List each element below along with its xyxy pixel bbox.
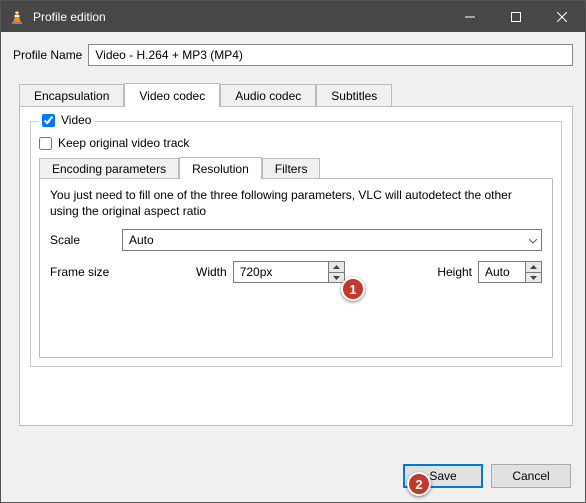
frame-size-label: Frame size — [50, 265, 196, 279]
tab-audio-codec[interactable]: Audio codec — [220, 84, 316, 106]
tab-encapsulation[interactable]: Encapsulation — [19, 84, 124, 106]
height-spinner[interactable] — [478, 261, 542, 283]
tab-video-codec[interactable]: Video codec — [124, 83, 220, 107]
width-spinner[interactable] — [233, 261, 345, 283]
close-button[interactable] — [539, 1, 585, 32]
keep-original-checkbox[interactable] — [39, 137, 52, 150]
main-tabs: Encapsulation Video codec Audio codec Su… — [19, 84, 573, 106]
width-label: Width — [196, 265, 227, 279]
tab-subtitles[interactable]: Subtitles — [316, 84, 392, 106]
subtab-filters[interactable]: Filters — [262, 158, 321, 178]
callout-badge-1: 1 — [341, 277, 365, 301]
dialog-body: Profile Name Encapsulation Video codec A… — [1, 32, 585, 502]
window-title: Profile edition — [33, 10, 106, 24]
keep-original-label: Keep original video track — [58, 136, 189, 150]
subtab-resolution[interactable]: Resolution — [179, 157, 262, 179]
profile-name-input[interactable] — [88, 44, 573, 66]
titlebar: Profile edition — [1, 1, 585, 32]
minimize-button[interactable] — [447, 1, 493, 32]
subtab-encoding-parameters[interactable]: Encoding parameters — [39, 158, 179, 178]
video-checkbox[interactable] — [42, 114, 55, 127]
resolution-panel: You just need to fill one of the three f… — [39, 178, 553, 358]
maximize-button[interactable] — [493, 1, 539, 32]
app-vlc-icon — [9, 9, 25, 25]
width-input[interactable] — [234, 262, 328, 282]
width-step-up[interactable] — [329, 262, 344, 273]
height-step-up[interactable] — [526, 262, 541, 273]
video-checkbox-label: Video — [61, 113, 91, 127]
sub-tabs: Encoding parameters Resolution Filters — [39, 158, 553, 178]
scale-select[interactable]: Auto — [122, 229, 542, 251]
scale-value: Auto — [129, 233, 154, 247]
width-step-down[interactable] — [329, 273, 344, 283]
height-label: Height — [437, 265, 472, 279]
height-step-down[interactable] — [526, 273, 541, 283]
callout-badge-2: 2 — [407, 472, 431, 496]
chevron-down-icon — [529, 233, 537, 247]
profile-name-label: Profile Name — [13, 48, 82, 62]
profile-name-row: Profile Name — [13, 44, 573, 66]
scale-label: Scale — [50, 233, 122, 247]
resolution-hint: You just need to fill one of the three f… — [50, 187, 542, 219]
video-group: Video Keep original video track Encoding… — [30, 121, 562, 367]
video-codec-panel: Video Keep original video track Encoding… — [19, 106, 573, 426]
cancel-button[interactable]: Cancel — [491, 464, 571, 488]
height-input[interactable] — [479, 262, 525, 282]
